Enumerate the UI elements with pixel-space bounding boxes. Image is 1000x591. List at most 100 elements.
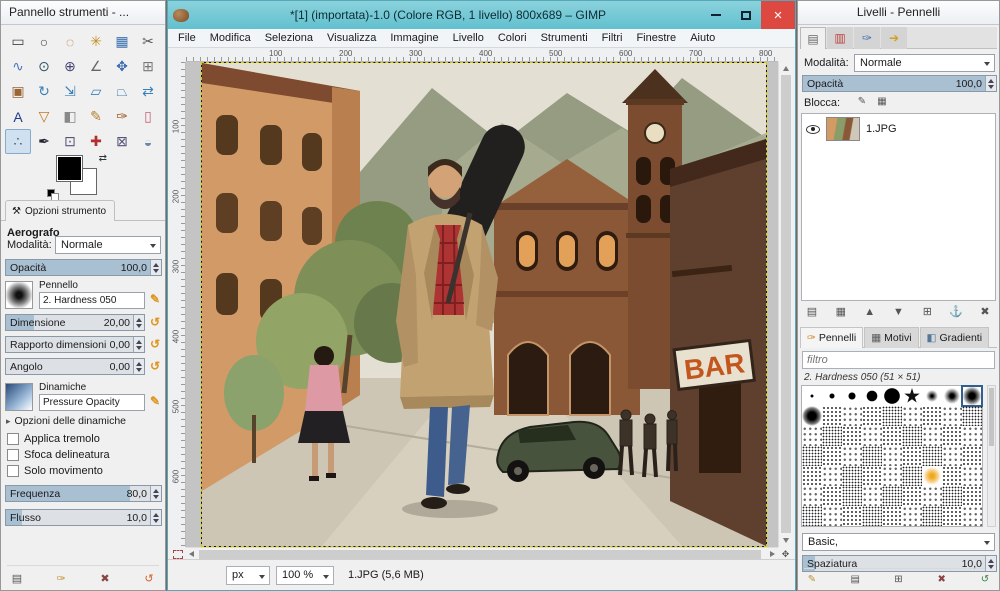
brush-thumb[interactable] <box>842 506 862 526</box>
brush-thumb[interactable] <box>922 466 942 486</box>
color-swatch-area[interactable]: ⇄ <box>57 156 103 198</box>
duplicate-brush-button[interactable]: ⊞ <box>891 572 907 587</box>
titlebar[interactable]: *[1] (importata)-1.0 (Colore RGB, 1 live… <box>168 1 795 29</box>
brush-thumb[interactable] <box>842 466 862 486</box>
default-colors-icon[interactable] <box>47 189 57 199</box>
brush-thumb[interactable] <box>842 406 862 426</box>
unit-select[interactable]: px <box>226 566 270 585</box>
brush-thumb[interactable] <box>882 386 902 406</box>
brush-thumb[interactable] <box>822 386 842 406</box>
reset-angle-button[interactable]: ↺ <box>147 358 163 375</box>
tool-blend[interactable]: ◧ <box>57 104 83 129</box>
brush-thumb[interactable] <box>942 486 962 506</box>
brush-thumb[interactable] <box>862 486 882 506</box>
tool-color-picker[interactable]: ⊙ <box>31 54 57 79</box>
brush-thumb[interactable] <box>882 426 902 446</box>
delete-layer-button[interactable]: ✖ <box>975 303 995 320</box>
duplicate-layer-button[interactable]: ⊞ <box>917 303 937 320</box>
vertical-scrollbar[interactable] <box>778 62 793 547</box>
menu-filtri[interactable]: Filtri <box>595 29 630 47</box>
brush-thumb[interactable] <box>802 506 822 526</box>
tool-crop[interactable]: ▣ <box>5 79 31 104</box>
brush-thumb[interactable] <box>882 506 902 526</box>
menu-file[interactable]: File <box>171 29 203 47</box>
brush-thumb[interactable] <box>962 506 982 526</box>
checkbox[interactable] <box>7 449 19 461</box>
brush-thumb[interactable] <box>802 406 822 426</box>
brush-thumb[interactable] <box>822 506 842 526</box>
brush-thumb[interactable] <box>962 486 982 506</box>
brush-grid-scrollbar[interactable] <box>987 385 996 527</box>
brush-thumb[interactable] <box>902 506 922 526</box>
tool-text[interactable]: A <box>5 104 31 129</box>
zoom-select[interactable]: 100 % <box>276 566 334 585</box>
refresh-brushes-button[interactable]: ↺ <box>977 572 993 587</box>
brush-thumb[interactable] <box>902 486 922 506</box>
lower-layer-button[interactable]: ▼ <box>888 303 908 320</box>
brush-thumb[interactable] <box>822 486 842 506</box>
brush-thumb[interactable] <box>922 386 942 406</box>
brush-thumb[interactable] <box>962 466 982 486</box>
horizontal-scroll-thumb[interactable] <box>199 550 761 559</box>
spin-buttons[interactable] <box>133 315 144 330</box>
checkbox[interactable] <box>7 433 19 445</box>
brush-thumb[interactable] <box>922 506 942 526</box>
tool-move[interactable]: ✥ <box>109 54 135 79</box>
brush-entry[interactable]: 2. Hardness 050 <box>39 292 145 309</box>
brush-thumb[interactable] <box>942 406 962 426</box>
edit-brush-button[interactable]: ✎ <box>804 572 820 587</box>
tool-scale[interactable]: ⇲ <box>57 79 83 104</box>
dock-tab-channels[interactable]: ▥ <box>827 27 853 49</box>
spin-buttons[interactable] <box>150 486 161 501</box>
brush-thumb[interactable] <box>882 486 902 506</box>
save-options-button[interactable]: ▤ <box>7 570 27 587</box>
scroll-down-icon[interactable] <box>783 538 789 543</box>
brush-thumb[interactable] <box>942 506 962 526</box>
angle-slider[interactable]: Angolo 0,00 <box>5 358 145 375</box>
brush-thumb[interactable] <box>962 446 982 466</box>
menu-seleziona[interactable]: Seleziona <box>258 29 320 47</box>
brush-thumb[interactable] <box>922 446 942 466</box>
brush-thumb[interactable] <box>942 466 962 486</box>
brush-thumb[interactable] <box>822 406 842 426</box>
tool-measure[interactable]: ∠ <box>83 54 109 79</box>
aspect-ratio-slider[interactable]: Rapporto dimensioni 0,00 <box>5 336 145 353</box>
scroll-right-icon[interactable] <box>770 551 775 557</box>
foreground-color-swatch[interactable] <box>57 156 82 181</box>
opacity-slider[interactable]: Opacità 100,0 <box>5 259 162 276</box>
brush-thumb[interactable] <box>862 406 882 426</box>
tool-fuzzy-select[interactable]: ✳ <box>83 29 109 54</box>
lock-alpha-icon[interactable]: ▦ <box>874 94 890 109</box>
brush-thumb[interactable] <box>922 406 942 426</box>
brush-thumb[interactable] <box>842 446 862 466</box>
brush-thumb[interactable] <box>842 426 862 446</box>
rate-slider[interactable]: Frequenza 80,0 <box>5 485 162 502</box>
tab-gradienti[interactable]: ◧Gradienti <box>920 327 990 348</box>
brush-thumb[interactable] <box>902 426 922 446</box>
brush-group-select[interactable]: Basic, <box>802 533 995 551</box>
brush-thumb[interactable] <box>842 386 862 406</box>
spin-buttons[interactable] <box>985 556 996 571</box>
edit-brush-button[interactable]: ✎ <box>147 291 163 308</box>
delete-brush-button[interactable]: ✖ <box>934 572 950 587</box>
anchor-layer-button[interactable]: ⚓ <box>946 303 966 320</box>
mode-select[interactable]: Normale <box>55 236 161 254</box>
brush-thumb[interactable] <box>882 446 902 466</box>
eye-icon[interactable] <box>806 125 820 134</box>
brush-thumb[interactable] <box>802 446 822 466</box>
new-layer-button[interactable]: ▤ <box>802 303 822 320</box>
tool-scissors-select[interactable]: ✂ <box>135 29 161 54</box>
horizontal-ruler[interactable]: 100200300400500600700800 <box>186 48 778 62</box>
brush-thumb[interactable] <box>802 426 822 446</box>
brush-thumb[interactable] <box>942 426 962 446</box>
edit-dynamics-button[interactable]: ✎ <box>147 393 163 410</box>
dynamics-options-expander[interactable]: ▸ Opzioni delle dinamiche <box>6 415 126 427</box>
swap-colors-icon[interactable]: ⇄ <box>99 153 107 164</box>
brush-thumb[interactable] <box>942 446 962 466</box>
tool-free-select[interactable]: ◌ <box>57 29 83 54</box>
menu-visualizza[interactable]: Visualizza <box>320 29 383 47</box>
spin-buttons[interactable] <box>133 359 144 374</box>
brush-preview[interactable] <box>5 281 33 309</box>
tool-blur-sharpen[interactable]: ◒ <box>135 129 161 154</box>
menu-modifica[interactable]: Modifica <box>203 29 258 47</box>
